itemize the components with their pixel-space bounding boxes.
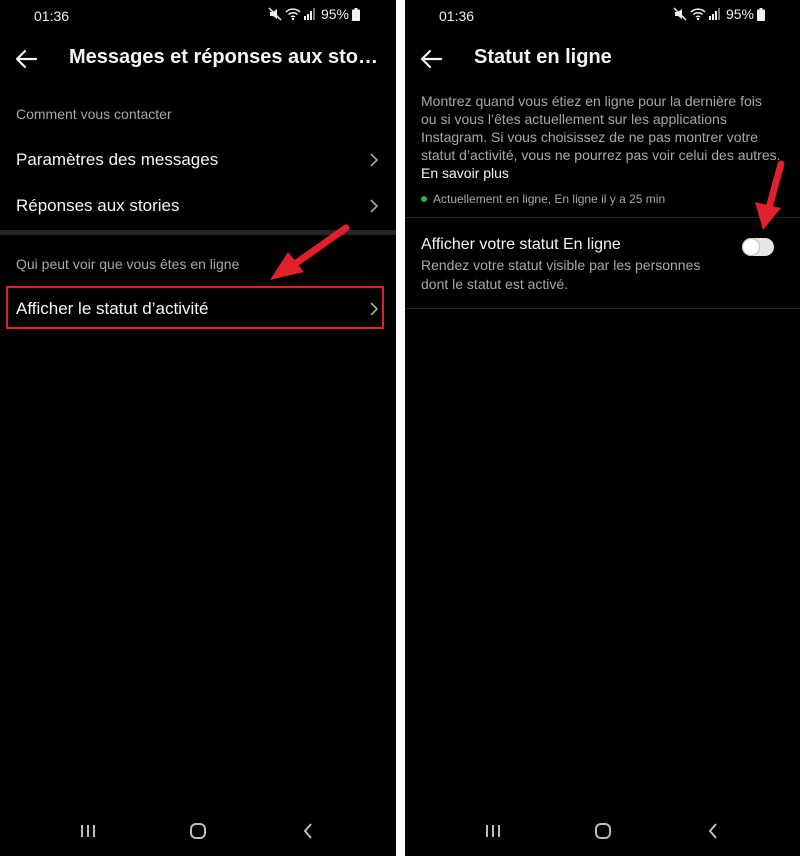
description-text: Montrez quand vous étiez en ligne pour l… xyxy=(421,93,781,163)
app-bar: Statut en ligne xyxy=(405,40,800,78)
system-nav-bar xyxy=(0,806,396,856)
chevron-right-icon xyxy=(368,198,380,214)
back-icon[interactable] xyxy=(294,818,322,844)
back-arrow-icon[interactable] xyxy=(419,46,445,72)
home-icon[interactable] xyxy=(184,818,212,844)
status-bar: 01:36 95% xyxy=(405,0,800,32)
battery-icon xyxy=(757,7,765,21)
setting-title: Afficher votre statut En ligne xyxy=(421,236,621,253)
toggle-knob xyxy=(743,239,759,255)
current-online-status: Actuellement en ligne, En ligne il y a 2… xyxy=(421,192,665,206)
home-icon[interactable] xyxy=(589,818,617,844)
online-status-text: Actuellement en ligne, En ligne il y a 2… xyxy=(433,192,666,206)
battery-icon xyxy=(352,7,360,21)
online-status-toggle[interactable] xyxy=(742,238,774,256)
menu-item-label: Réponses aux stories xyxy=(16,196,180,215)
recent-apps-icon[interactable] xyxy=(74,818,102,844)
section-label-online-visibility: Qui peut voir que vous êtes en ligne xyxy=(16,256,240,272)
right-phone-screen: 01:36 95% Statut en ligne Montrez quand … xyxy=(405,0,800,856)
battery-percentage: 95% xyxy=(320,6,349,22)
divider xyxy=(405,217,800,218)
back-arrow-icon[interactable] xyxy=(14,46,40,72)
setting-subtitle: Rendez votre statut visible par les pers… xyxy=(421,257,701,292)
mute-icon xyxy=(673,7,687,21)
battery-percentage: 95% xyxy=(725,6,754,22)
menu-item-label: Paramètres des messages xyxy=(16,150,219,169)
menu-item-activity-status[interactable]: Afficher le statut d’activité xyxy=(0,289,396,329)
learn-more-link[interactable]: En savoir plus xyxy=(421,165,509,181)
back-icon[interactable] xyxy=(699,818,727,844)
status-time: 01:36 xyxy=(439,8,475,24)
wifi-icon xyxy=(690,7,706,21)
online-status-description: Montrez quand vous étiez en ligne pour l… xyxy=(421,92,781,182)
divider xyxy=(405,308,800,309)
menu-item-story-replies[interactable]: Réponses aux stories xyxy=(0,186,396,226)
mute-icon xyxy=(268,7,282,21)
menu-item-message-settings[interactable]: Paramètres des messages xyxy=(0,140,396,180)
status-bar: 01:36 95% xyxy=(0,0,396,32)
chevron-right-icon xyxy=(368,301,380,317)
signal-icon xyxy=(708,8,721,20)
app-bar: Messages et réponses aux sto… xyxy=(0,40,396,78)
section-label-contact: Comment vous contacter xyxy=(16,106,172,122)
recent-apps-icon[interactable] xyxy=(479,818,507,844)
page-title: Statut en ligne xyxy=(474,46,612,68)
left-phone-screen: 01:36 95% Messages et réponses aux sto… … xyxy=(0,0,396,856)
menu-item-label: Afficher le statut d’activité xyxy=(16,299,209,318)
show-online-status-setting: Afficher votre statut En ligne Rendez vo… xyxy=(405,228,800,308)
status-time: 01:36 xyxy=(34,8,70,24)
system-nav-bar xyxy=(405,806,800,856)
chevron-right-icon xyxy=(368,152,380,168)
wifi-icon xyxy=(285,7,301,21)
online-dot-icon xyxy=(421,196,427,202)
signal-icon xyxy=(303,8,316,20)
section-divider xyxy=(0,230,396,235)
page-title: Messages et réponses aux sto… xyxy=(69,46,379,68)
